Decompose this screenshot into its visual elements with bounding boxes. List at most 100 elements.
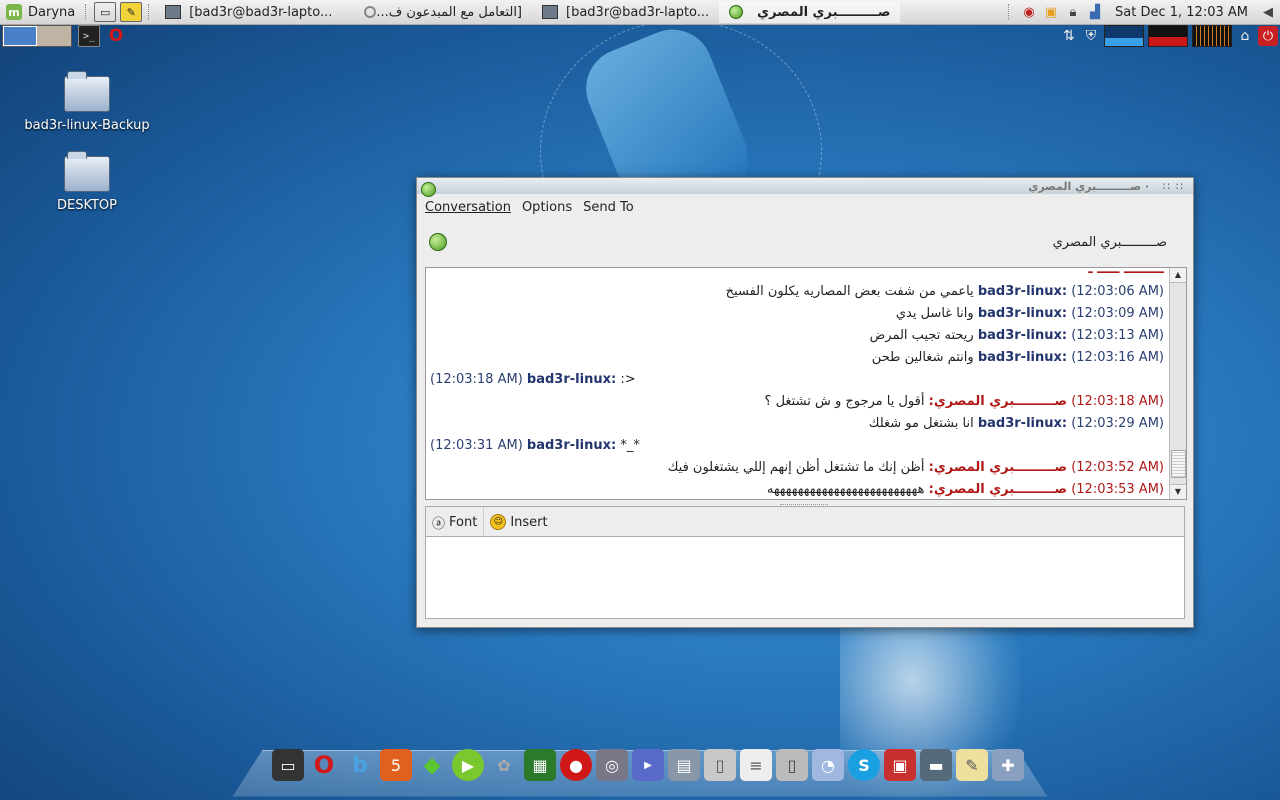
dock-mplayer-icon[interactable]: ▶: [632, 749, 664, 781]
desktop-icon-desktop[interactable]: DESKTOP: [22, 151, 152, 213]
window-controls[interactable]: ∷∷: [1163, 180, 1189, 193]
panel-separator: [85, 4, 88, 20]
lock-icon[interactable]: 🔒︎: [1065, 4, 1081, 20]
message-text: ياعمي من شفت بعض المصاريه يكلون الفسيخ: [725, 284, 974, 299]
conversation-header: صـــــــــبري المصري: [417, 220, 1193, 264]
message-log-scrollbar[interactable]: ▲ ▼: [1169, 268, 1186, 499]
dock-skype-icon[interactable]: S: [848, 749, 880, 781]
panel-monitors: ⇅ ⛨ ⌂ ⏻: [1060, 25, 1280, 47]
menu-options[interactable]: Options: [522, 200, 572, 215]
message-sender: bad3r-linux:: [977, 350, 1068, 365]
workspace-2[interactable]: [37, 26, 71, 46]
scroll-down-arrow-icon[interactable]: ▼: [1170, 484, 1186, 499]
scrollbar-thumb[interactable]: [1171, 450, 1186, 478]
dock-computer-icon[interactable]: ▬: [920, 749, 952, 781]
taskbar-item-label: [bad3r@bad3r-lapto...: [189, 4, 333, 20]
message-timestamp: (12:03:31 AM): [430, 438, 523, 453]
dock-opera-icon[interactable]: O: [308, 749, 340, 781]
message-row: (12:03:06 AM) bad3r-linux: ياعمي من شفت …: [426, 281, 1168, 303]
home-icon[interactable]: ⌂: [1236, 27, 1254, 45]
dock-gem-icon[interactable]: ◆: [416, 749, 448, 781]
dock-usb-icon[interactable]: ▯: [704, 749, 736, 781]
message-row: (12:03:52 AM) صـــــــــبري المصري: أظن …: [426, 457, 1168, 479]
message-sender: bad3r-linux:: [977, 416, 1068, 431]
workspace-switcher[interactable]: [2, 25, 72, 47]
dock-chat-icon[interactable]: ◔: [812, 749, 844, 781]
dock-games-icon[interactable]: ●: [560, 749, 592, 781]
desktop-icon-backup[interactable]: bad3r-linux-Backup: [22, 71, 152, 133]
opera-launcher-icon[interactable]: O: [106, 26, 126, 46]
top-panel: m Daryna ▭ ✎ [bad3r@bad3r-lapto... [التع…: [0, 0, 1280, 25]
terminal-launcher-icon[interactable]: >_: [78, 25, 100, 47]
insert-button[interactable]: ☺ Insert: [483, 507, 553, 537]
smiley-icon: ☺: [490, 514, 507, 530]
dock-html-editor-icon[interactable]: 5: [380, 749, 412, 781]
message-log[interactable]: ـــــــــ ـــــ ـ (12:03:06 AM) bad3r-li…: [425, 267, 1187, 500]
insert-button-label: Insert: [510, 514, 548, 530]
dock-gimp-icon[interactable]: ✿: [488, 749, 520, 781]
message-text: وانتم شغالين طحن: [871, 350, 974, 365]
message-timestamp: (12:03:29 AM): [1071, 416, 1164, 431]
dock-network-icon[interactable]: ▤: [668, 749, 700, 781]
chat-bubbles-icon[interactable]: ▣: [1043, 4, 1059, 20]
power-icon[interactable]: ⏻: [1258, 26, 1278, 46]
dock-package-icon[interactable]: ▣: [884, 749, 916, 781]
message-timestamp: (12:03:18 AM): [430, 372, 523, 387]
dock-phone-icon[interactable]: ▯: [776, 749, 808, 781]
taskbar-item-terminal-1[interactable]: [bad3r@bad3r-lapto...: [155, 1, 342, 23]
menu-conversation[interactable]: Conversation: [425, 200, 511, 215]
dock-speaker-icon[interactable]: ◎: [596, 749, 628, 781]
dock-bluefish-icon[interactable]: b: [344, 749, 376, 781]
taskbar-item-browser[interactable]: [التعامل مع المبدعون ف...: [342, 1, 532, 23]
dock-media-player-icon[interactable]: ▶: [452, 749, 484, 781]
dock-grid-app-icon[interactable]: ▦: [524, 749, 556, 781]
message-row: (12:03:16 AM) bad3r-linux: وانتم شغالين …: [426, 347, 1168, 369]
workspace-1[interactable]: [3, 26, 37, 46]
taskbar-item-chat[interactable]: صـــــــــبري المصري: [719, 1, 901, 23]
menubar: Conversation Options Send To: [417, 194, 1193, 220]
main-menu-label: Daryna: [28, 4, 76, 20]
message-timestamp: (12:03:13 AM): [1071, 328, 1164, 343]
dock-notes-icon[interactable]: ✎: [956, 749, 988, 781]
pidgin-status-icon: [729, 5, 744, 19]
message-timestamp: (12:03:06 AM): [1071, 284, 1164, 299]
font-button[interactable]: ⓐ Font: [426, 507, 483, 537]
cpu-monitor-graph[interactable]: [1192, 25, 1232, 47]
secondary-panel: >_ O ⇅ ⛨ ⌂ ⏻: [0, 24, 1280, 48]
opera-tray-icon[interactable]: ◉: [1021, 4, 1037, 20]
buddy-status-icon[interactable]: [429, 233, 447, 251]
buddy-name: صـــــــــبري المصري: [1052, 234, 1167, 250]
message-sender: صـــــــــبري المصري:: [928, 460, 1068, 475]
message-text: أقول يا مرجوج و ش تشتغل ؟: [764, 394, 925, 409]
message-text: انا بشتغل مو شغلك: [868, 416, 974, 431]
message-sender: bad3r-linux:: [977, 284, 1068, 299]
notes-icon[interactable]: ✎: [120, 2, 143, 22]
message-row: (12:03:29 AM) bad3r-linux: انا بشتغل مو …: [426, 413, 1168, 435]
taskbar-item-label: [bad3r@bad3r-lapto...: [566, 4, 710, 20]
message-sender: صـــــــــبري المصري:: [928, 394, 1068, 409]
network-signal-icon[interactable]: ▟: [1087, 4, 1103, 20]
message-timestamp: (12:03:16 AM): [1071, 350, 1164, 365]
dock-puzzle-icon[interactable]: ✚: [992, 749, 1024, 781]
clock[interactable]: Sat Dec 1, 12:03 AM: [1115, 5, 1248, 20]
main-menu-button[interactable]: m Daryna: [0, 0, 81, 24]
network-connection-icon[interactable]: ⇅: [1060, 27, 1078, 45]
taskbar-item-terminal-2[interactable]: [bad3r@bad3r-lapto...: [532, 1, 719, 23]
show-desktop-icon[interactable]: ▭: [94, 2, 117, 22]
menu-send-to[interactable]: Send To: [583, 200, 634, 215]
scroll-up-arrow-icon[interactable]: ▲: [1170, 268, 1186, 283]
message-timestamp: (12:03:53 AM): [1071, 482, 1164, 497]
desktop-icon-label: DESKTOP: [56, 198, 117, 213]
shield-icon[interactable]: ⛨: [1082, 27, 1100, 45]
volume-icon[interactable]: ◀: [1260, 4, 1276, 20]
message-input[interactable]: [425, 536, 1185, 619]
memory-monitor-graph[interactable]: [1148, 25, 1188, 47]
message-row: (12:03:31 AM) bad3r-linux: *_*: [426, 435, 1168, 457]
font-button-label: Font: [449, 514, 478, 530]
dock-terminal-icon[interactable]: ▭: [272, 749, 304, 781]
dock-text-editor-icon[interactable]: ≡: [740, 749, 772, 781]
message-text: ريحته تجيب المرض: [869, 328, 974, 343]
pane-resize-handle[interactable]: [780, 499, 828, 505]
network-monitor-graph[interactable]: [1104, 25, 1144, 47]
window-titlebar[interactable]: · صـــــــــبري المصري ∷∷: [417, 178, 1193, 197]
